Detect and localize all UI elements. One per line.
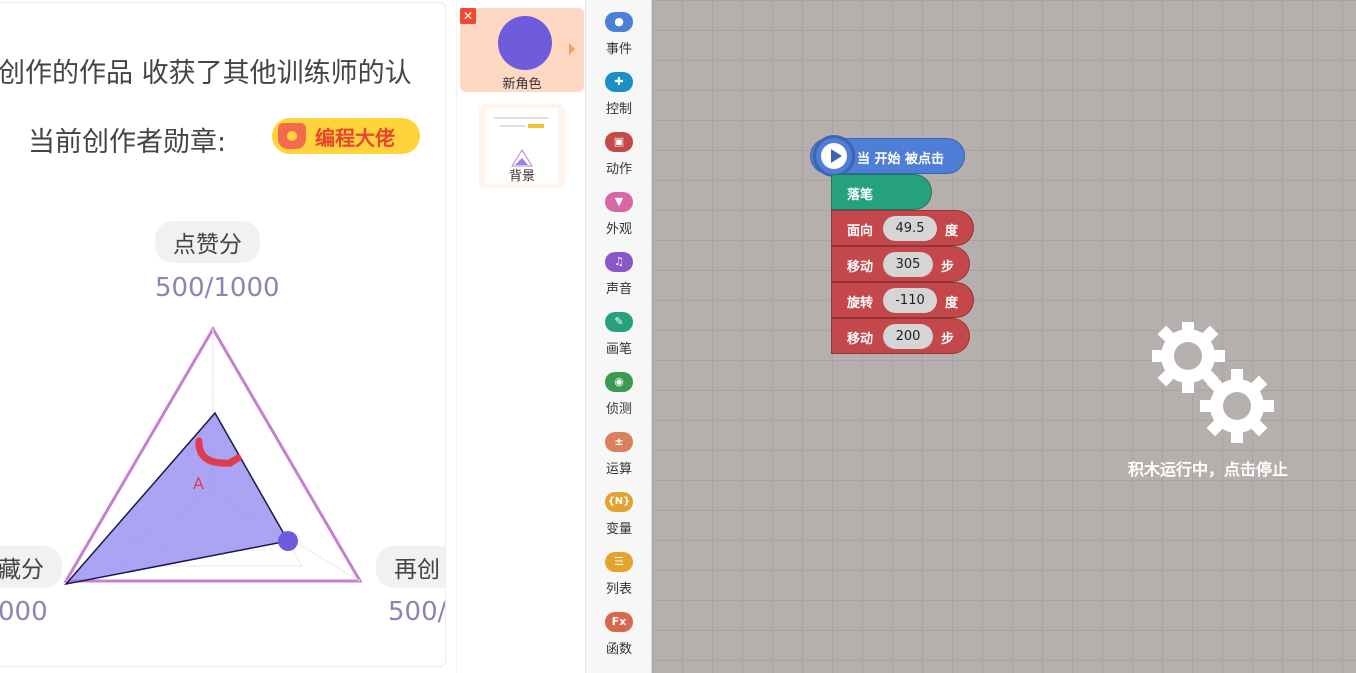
category-label: 函数 [605,642,632,657]
block-unit: 度 [945,296,959,311]
category-events[interactable]: ● 事件 [586,0,652,60]
radar-data-area [64,411,290,586]
category-variables[interactable]: {N} 变量 [586,480,652,540]
category-label: 控制 [605,102,632,117]
category-label: 画笔 [605,342,632,357]
move-steps-block-1[interactable]: 移动 305 步 [831,246,970,282]
sprite-panel: ✕ 新角色 背景 [456,0,586,673]
music-icon: ♫ [605,252,633,272]
category-label: 动作 [605,162,632,177]
math-icon: ± [605,432,633,452]
sensor-icon: ◉ [605,372,633,392]
point-direction-block[interactable]: 面向 49.5 度 [831,210,974,246]
block-category-bar: ● 事件 ✚ 控制 ▣ 动作 ▼ 外观 ♫ 声音 ✎ 画笔 ◉ 侦测 ± 运算 [586,0,652,673]
gamepad-icon: ✚ [605,72,633,92]
category-functions[interactable]: Fx 函数 [586,600,652,660]
category-pen[interactable]: ✎ 画笔 [586,300,652,360]
when-start-clicked-block[interactable]: 当 开始 被点击 [810,135,965,177]
stage-canvas[interactable]: 创作的作品 收获了其他训练师的认 当前创作者勋章: 编程大佬 点赞分 500/1… [0,2,446,667]
editor-root: 创作的作品 收获了其他训练师的认 当前创作者勋章: 编程大佬 点赞分 500/1… [0,0,1356,673]
stop-running-label[interactable]: 积木运行中，点击停止 [1128,456,1288,480]
stage-panel: 创作的作品 收获了其他训练师的认 当前创作者勋章: 编程大佬 点赞分 500/1… [0,0,448,673]
category-sensing[interactable]: ◉ 侦测 [586,360,652,420]
block-unit: 步 [941,332,955,347]
move-steps-block-2[interactable]: 移动 200 步 [831,318,970,354]
category-control[interactable]: ✚ 控制 [586,60,652,120]
category-lists[interactable]: ☰ 列表 [586,540,652,600]
pen-icon: ✎ [605,312,633,332]
delete-icon[interactable]: ✕ [460,8,476,24]
category-label: 运算 [605,462,632,477]
block-unit: 步 [941,260,955,275]
pen-down-block[interactable]: 落笔 [831,174,932,210]
category-sound[interactable]: ♫ 声音 [586,240,652,300]
sprite-card-selected[interactable]: ✕ 新角色 [460,8,584,92]
category-motion[interactable]: ▣ 动作 [586,120,652,180]
play-icon [813,135,855,177]
steps-input[interactable]: 200 [883,324,933,349]
category-operators[interactable]: ± 运算 [586,420,652,480]
motion-icon: ▣ [605,132,633,152]
chevron-right-icon[interactable] [569,43,575,55]
variable-icon: {N} [605,492,633,512]
block-label: 移动 [847,260,874,275]
function-icon: Fx [605,612,633,632]
category-looks[interactable]: ▼ 外观 [586,180,652,240]
degrees-input[interactable]: -110 [883,288,937,313]
script-workspace[interactable]: 当 开始 被点击 落笔 面向 49.5 度 移动 305 步 旋转 -110 度… [652,0,1356,673]
direction-input[interactable]: 49.5 [883,216,937,241]
sprite-name: 新角色 [502,77,542,92]
category-label: 外观 [605,222,632,237]
block-label: 落笔 [847,188,874,203]
block-label: 面向 [847,224,874,239]
block-unit: 度 [945,224,959,239]
background-name: 背景 [508,169,535,184]
radar-chart: A [63,326,363,586]
category-label: 声音 [605,282,632,297]
hat-label: 当 开始 被点击 [857,152,945,167]
list-icon: ☰ [605,552,633,572]
toggle-icon: ● [605,12,633,32]
sprite-thumbnail [498,16,552,70]
category-label: 侦测 [605,402,632,417]
background-card[interactable]: 背景 [479,104,565,188]
category-label: 变量 [605,522,632,537]
shirt-icon: ▼ [605,192,633,212]
category-label: 列表 [605,582,632,597]
category-label: 事件 [605,42,632,57]
radar-letter: A [193,474,204,493]
sprite-dot [278,531,298,551]
turn-degrees-block[interactable]: 旋转 -110 度 [831,282,974,318]
gears-icon[interactable] [1152,322,1277,444]
block-label: 旋转 [847,296,874,311]
steps-input[interactable]: 305 [883,252,933,277]
block-label: 移动 [847,332,874,347]
